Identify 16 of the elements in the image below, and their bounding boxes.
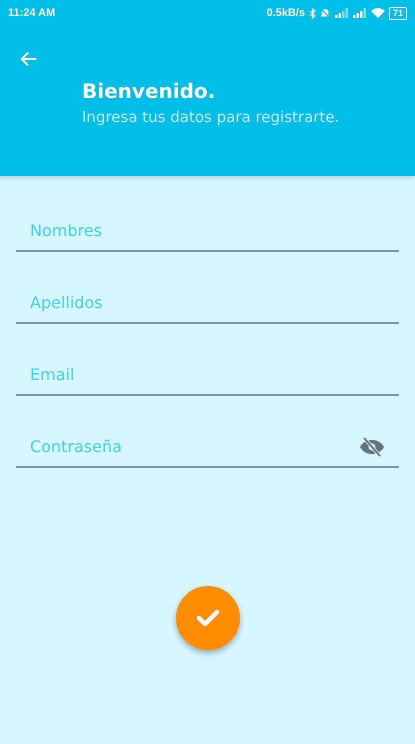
welcome-subtitle: Ingresa tus datos para registrarte.: [82, 107, 340, 128]
hidden-eye-icon[interactable]: [359, 437, 385, 457]
signal-icon: [334, 8, 349, 18]
status-time: 11:24 AM: [8, 6, 56, 21]
network-speed: 0.5kB/s: [266, 6, 305, 21]
wifi-icon: [370, 8, 385, 18]
check-icon: [196, 608, 220, 628]
muted-bell-icon: [320, 8, 331, 18]
text-field[interactable]: Apellidos: [16, 282, 399, 324]
battery-level: 71: [388, 6, 407, 20]
signal-icon: [352, 8, 367, 18]
submit-button[interactable]: [176, 586, 240, 650]
bluetooth-icon: [308, 8, 316, 18]
welcome-title: Bienvenido.: [82, 78, 216, 105]
text-field[interactable]: Email: [16, 354, 399, 396]
text-field[interactable]: Nombres: [16, 210, 399, 252]
